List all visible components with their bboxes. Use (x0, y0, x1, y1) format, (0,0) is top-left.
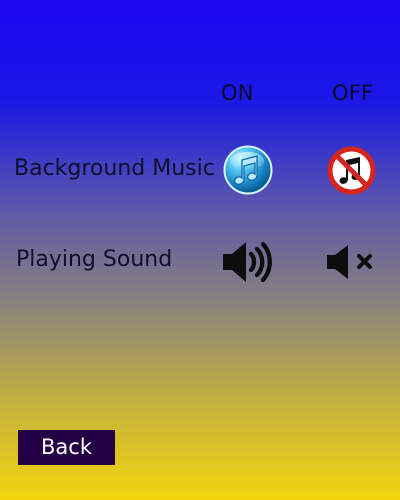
sound-settings-screen: ON OFF Background Music Playing Sound Ba… (0, 0, 400, 500)
off-column-label: OFF (332, 81, 374, 105)
music-off-icon (327, 146, 376, 195)
speaker-on-icon (223, 241, 272, 283)
background-music-off-button[interactable] (327, 146, 376, 195)
playing-sound-on-button[interactable] (220, 239, 274, 285)
playing-sound-label: Playing Sound (16, 247, 173, 272)
speaker-mute-icon (327, 245, 372, 279)
on-column-label: ON (221, 81, 254, 105)
background-music-on-button[interactable] (223, 145, 273, 195)
back-button[interactable]: Back (18, 430, 115, 465)
background-music-label: Background Music (14, 156, 215, 181)
playing-sound-off-button[interactable] (325, 243, 377, 281)
music-note-icon (223, 145, 273, 195)
